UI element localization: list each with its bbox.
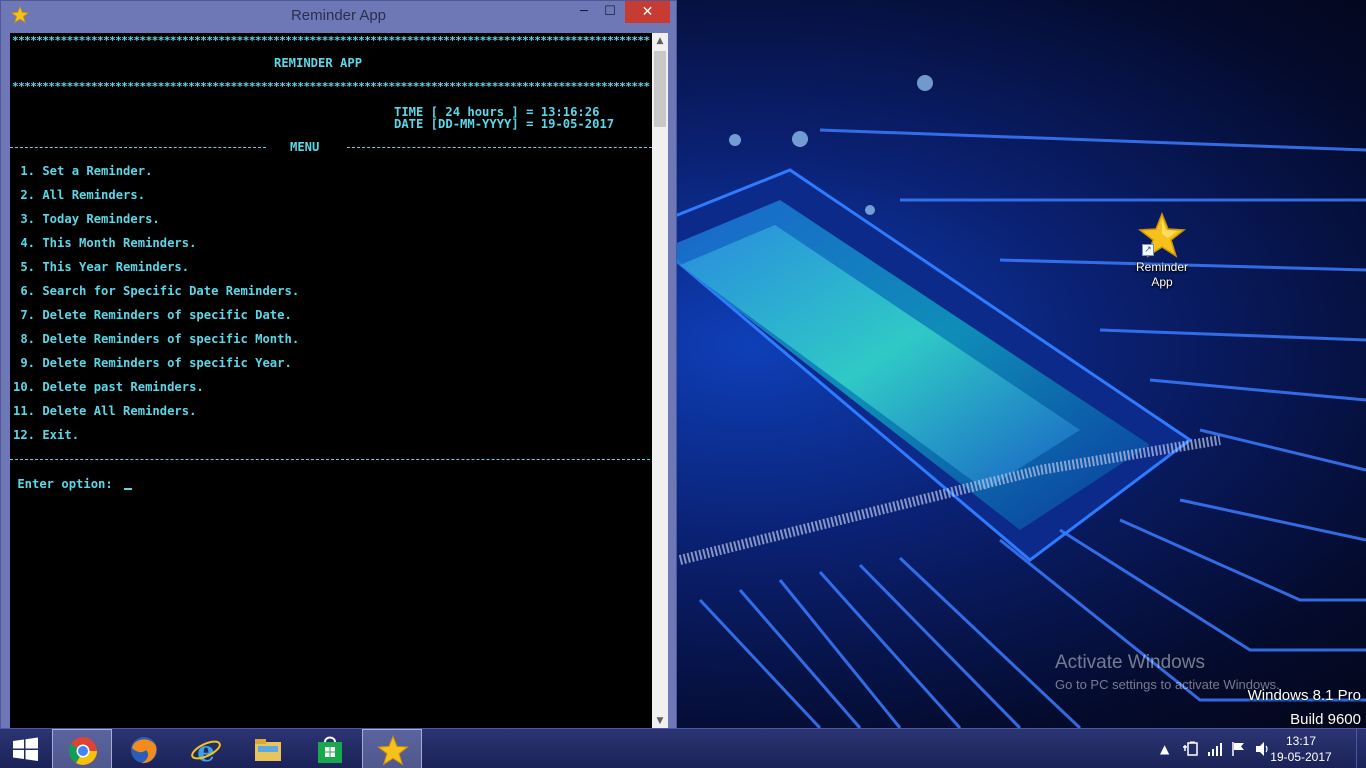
console-input-line[interactable]: Enter option: xyxy=(10,476,133,492)
menu-divider-right xyxy=(347,147,652,148)
desktop-icon-reminder-app[interactable]: ↗ Reminder App xyxy=(1126,211,1198,302)
stars-divider-top: ****************************************… xyxy=(12,34,650,47)
scroll-down-arrow-icon[interactable]: ▼ xyxy=(652,713,668,729)
tray-overflow-arrow-icon[interactable]: ▲ xyxy=(1160,729,1174,768)
file-explorer-icon xyxy=(255,739,281,761)
menu-item: 7. Delete Reminders of specific Date. xyxy=(13,308,292,322)
console-date: DATE [DD-MM-YYYY] = 19-05-2017 xyxy=(394,117,615,131)
stars-divider-bottom: ****************************************… xyxy=(12,80,650,93)
taskbar-internet-explorer[interactable]: e xyxy=(176,729,236,768)
menu-item: 4. This Month Reminders. xyxy=(13,236,197,250)
start-button[interactable] xyxy=(0,729,52,768)
title-bar[interactable]: Reminder App ─ ☐ ✕ xyxy=(1,1,676,32)
menu-item: 8. Delete Reminders of specific Month. xyxy=(13,332,300,346)
taskbar-clock[interactable]: 13:17 19-05-2017 xyxy=(1266,733,1336,765)
console-output[interactable]: ****************************************… xyxy=(10,33,652,729)
star-icon: ↗ xyxy=(1137,211,1187,260)
show-desktop-button[interactable] xyxy=(1356,729,1366,768)
taskbar-file-explorer[interactable] xyxy=(238,729,298,768)
firefox-icon xyxy=(131,737,157,764)
menu-item: 2. All Reminders. xyxy=(13,188,146,202)
text-cursor xyxy=(124,488,133,490)
menu-item: 11. Delete All Reminders. xyxy=(13,404,197,418)
scroll-up-arrow-icon[interactable]: ▲ xyxy=(652,33,668,49)
close-button[interactable]: ✕ xyxy=(625,1,670,23)
clock-time: 13:17 xyxy=(1285,734,1317,748)
taskbar-chrome[interactable] xyxy=(52,729,112,768)
windows-logo-icon xyxy=(13,737,38,761)
menu-divider-bottom xyxy=(10,459,650,460)
battery-icon[interactable] xyxy=(1182,741,1200,757)
taskbar-firefox[interactable] xyxy=(114,729,174,768)
maximize-button[interactable]: ☐ xyxy=(598,1,622,23)
chrome-icon xyxy=(69,737,97,765)
menu-item: 9. Delete Reminders of specific Year. xyxy=(13,356,292,370)
clock-date: 19-05-2017 xyxy=(1270,750,1332,764)
taskbar-store[interactable] xyxy=(300,729,360,768)
console-window[interactable]: Reminder App ─ ☐ ✕ *********************… xyxy=(0,0,677,730)
signal-icon[interactable] xyxy=(1207,741,1223,757)
scroll-thumb[interactable] xyxy=(654,51,666,127)
desktop-icon-label-line1: Reminder xyxy=(1135,260,1189,274)
svg-text:e: e xyxy=(197,735,215,766)
vertical-scrollbar[interactable]: ▲ ▼ xyxy=(652,33,668,729)
menu-item: 3. Today Reminders. xyxy=(13,212,160,226)
shortcut-arrow-icon: ↗ xyxy=(1142,244,1154,256)
menu-item: 10. Delete past Reminders. xyxy=(13,380,204,394)
menu-item: 1. Set a Reminder. xyxy=(13,164,153,178)
activation-watermark: Activate Windows Go to PC settings to ac… xyxy=(1055,652,1280,694)
watermark-title: Activate Windows xyxy=(1055,652,1205,673)
taskbar: e ▲ 13:17 19-05-2017 xyxy=(0,728,1366,768)
store-icon xyxy=(318,736,342,763)
console-prompt: Enter option: xyxy=(10,477,121,491)
os-info: Windows 8.1 Pro Build 9600 xyxy=(1248,684,1361,732)
internet-explorer-icon: e xyxy=(191,735,221,766)
os-edition: Windows 8.1 Pro xyxy=(1247,687,1361,704)
menu-item: 5. This Year Reminders. xyxy=(13,260,190,274)
console-menu-heading: MENU xyxy=(290,140,320,154)
minimize-button[interactable]: ─ xyxy=(572,1,596,23)
action-center-flag-icon[interactable] xyxy=(1231,741,1247,757)
reminder-app-icon xyxy=(377,735,409,766)
console-app-title: REMINDER APP xyxy=(274,56,363,70)
taskbar-reminder-app[interactable] xyxy=(362,729,422,768)
menu-item: 6. Search for Specific Date Reminders. xyxy=(13,284,300,298)
watermark-subtitle: Go to PC settings to activate Windows. xyxy=(1055,677,1280,692)
menu-divider-left xyxy=(10,147,266,148)
menu-item: 12. Exit. xyxy=(13,428,80,442)
desktop-icon-label-line2: App xyxy=(1151,275,1173,289)
